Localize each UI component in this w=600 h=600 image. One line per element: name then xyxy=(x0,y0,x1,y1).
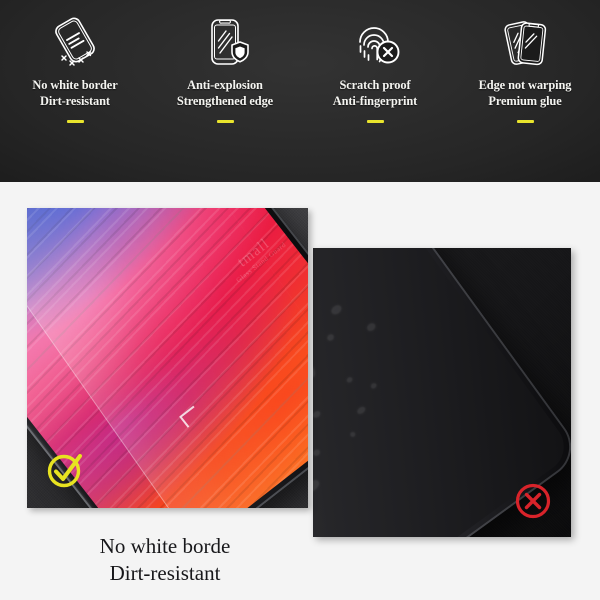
feature-item-no-white-border: No white border Dirt-resistant xyxy=(0,0,150,182)
feature-line-2: Strengthened edge xyxy=(176,93,274,108)
feature-line-1: No white border xyxy=(32,78,118,92)
phone-shield-icon xyxy=(196,14,254,72)
feature-line-1: Edge not warping xyxy=(478,78,572,92)
clean-screen-photo: tmall Glass Stand Guard xyxy=(27,208,308,508)
feature-caption: Scratch proof Anti-fingerprint xyxy=(332,78,418,109)
accent-dash xyxy=(516,120,534,123)
check-mark-badge xyxy=(43,448,87,492)
feature-item-edge-not-warping: Edge not warping Premium glue xyxy=(450,0,600,182)
feature-list: No white border Dirt-resistant Anti-expl… xyxy=(0,0,600,182)
footer-caption-area: No white borde Dirt-resistant xyxy=(0,527,600,600)
product-feature-image: No white border Dirt-resistant Anti-expl… xyxy=(0,0,600,600)
accent-dash xyxy=(366,120,384,123)
feature-item-anti-explosion: Anti-explosion Strengthened edge xyxy=(150,0,300,182)
fingerprint-blocked-icon xyxy=(346,14,404,72)
dirty-screen-photo xyxy=(313,248,571,537)
footer-line-1: No white borde xyxy=(99,534,231,558)
feature-line-2: Anti-fingerprint xyxy=(332,93,418,108)
accent-dash xyxy=(66,120,84,123)
cross-mark-badge xyxy=(513,481,553,521)
feature-line-2: Dirt-resistant xyxy=(40,93,110,108)
footer-caption: No white borde Dirt-resistant xyxy=(40,533,290,587)
glass-over-phone-icon xyxy=(496,14,554,72)
feature-caption: Edge not warping Premium glue xyxy=(479,78,572,109)
accent-dash xyxy=(216,120,234,123)
feature-strip: No white border Dirt-resistant Anti-expl… xyxy=(0,0,600,182)
comparison-photo-area: tmall Glass Stand Guard xyxy=(0,182,600,537)
phone-dirt-resistant-icon xyxy=(46,14,104,72)
feature-caption: No white border Dirt-resistant xyxy=(32,78,117,109)
feature-caption: Anti-explosion Strengthened edge xyxy=(177,78,273,109)
feature-line-1: Scratch proof xyxy=(339,78,411,92)
feature-item-scratch-proof: Scratch proof Anti-fingerprint xyxy=(300,0,450,182)
footer-line-2: Dirt-resistant xyxy=(109,561,221,585)
feature-line-1: Anti-explosion xyxy=(187,78,263,92)
feature-line-2: Premium glue xyxy=(488,93,562,108)
